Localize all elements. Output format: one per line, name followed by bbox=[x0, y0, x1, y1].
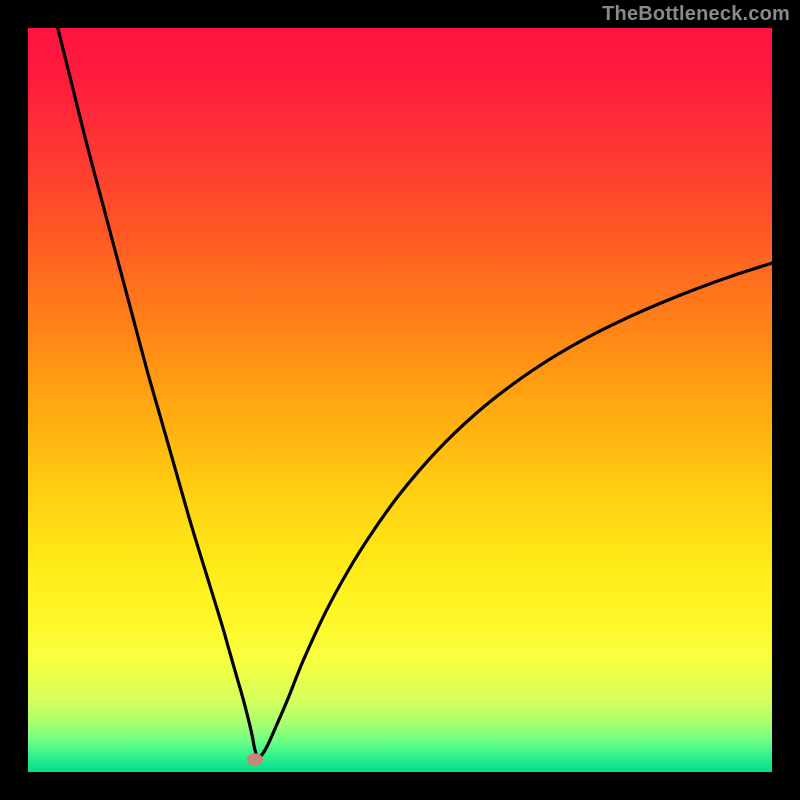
curve-layer bbox=[28, 28, 772, 772]
bottleneck-curve bbox=[58, 28, 772, 757]
optimum-marker bbox=[247, 753, 263, 765]
chart-frame: TheBottleneck.com bbox=[0, 0, 800, 800]
plot-area bbox=[28, 28, 772, 772]
watermark-text: TheBottleneck.com bbox=[602, 3, 790, 26]
